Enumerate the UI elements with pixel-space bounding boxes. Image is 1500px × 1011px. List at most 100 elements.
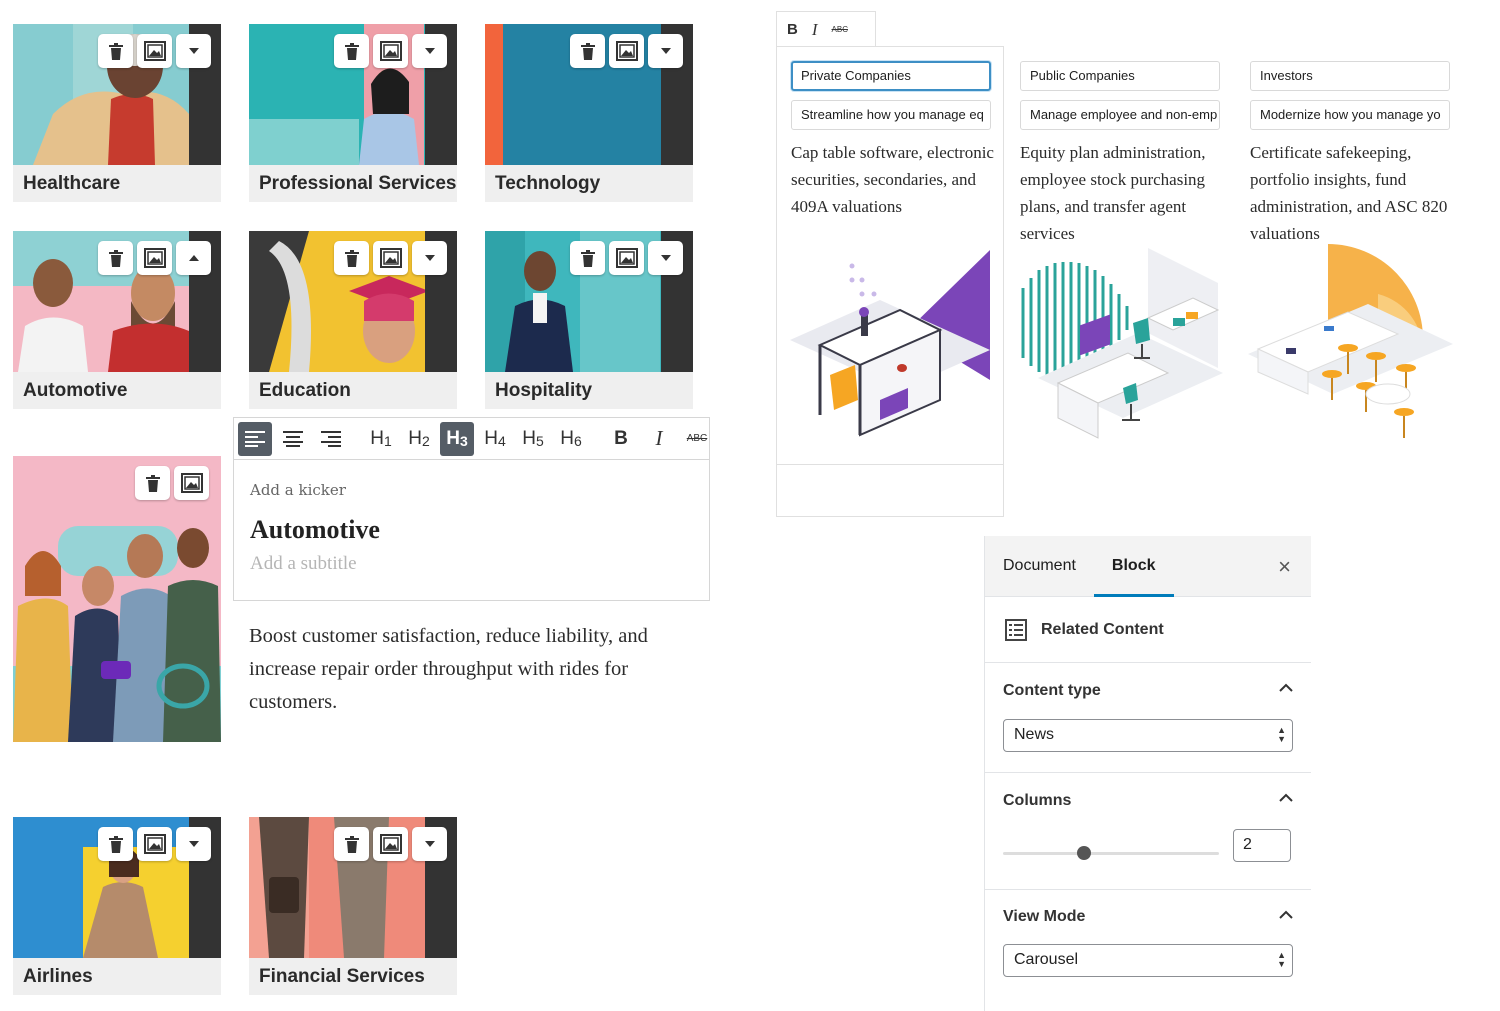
trash-button[interactable] bbox=[334, 241, 369, 275]
select-value: Carousel bbox=[1014, 951, 1079, 968]
tab-block[interactable]: Block bbox=[1093, 536, 1174, 597]
select-arrows-icon: ▲ ▼ bbox=[1277, 725, 1286, 744]
align-left-button[interactable] bbox=[238, 421, 272, 456]
column-description[interactable]: Cap table software, electronic securitie… bbox=[791, 139, 1001, 220]
column-description[interactable]: Equity plan administration, employee sto… bbox=[1020, 139, 1230, 247]
replace-image-button[interactable] bbox=[609, 241, 644, 275]
column-summary-input[interactable]: Modernize how you manage yo bbox=[1250, 100, 1450, 130]
heading-level: 6 bbox=[573, 432, 582, 449]
heading-1-button[interactable]: H1 bbox=[364, 422, 398, 456]
industry-card[interactable]: Airlines bbox=[13, 817, 221, 995]
chevron-up-icon[interactable] bbox=[1279, 910, 1293, 919]
card-caption: Financial Services bbox=[249, 958, 457, 995]
align-left-icon bbox=[245, 430, 265, 447]
replace-image-button[interactable] bbox=[609, 34, 644, 68]
strikethrough-button[interactable]: ABC bbox=[680, 422, 714, 456]
column-title-input[interactable]: Investors bbox=[1250, 61, 1450, 91]
card-caption: Education bbox=[249, 372, 457, 409]
heading-level: 4 bbox=[497, 432, 506, 449]
chevron-up-icon[interactable] bbox=[1279, 793, 1293, 802]
trash-button[interactable] bbox=[98, 827, 133, 861]
industry-card[interactable]: Hospitality bbox=[485, 231, 693, 409]
industry-card[interactable]: Financial Services bbox=[249, 817, 457, 995]
column-description[interactable]: Certificate safekeeping, portfolio insig… bbox=[1250, 139, 1460, 247]
panel-title[interactable]: Columns bbox=[1003, 773, 1293, 829]
card-image bbox=[249, 24, 457, 165]
panel-title[interactable]: Content type bbox=[1003, 663, 1293, 719]
industry-card-selected[interactable]: Automotive bbox=[13, 231, 221, 409]
content-type-select[interactable]: News ▲ ▼ bbox=[1003, 719, 1293, 752]
image-icon bbox=[379, 41, 402, 61]
heading-6-button[interactable]: H6 bbox=[554, 422, 588, 456]
settings-sidebar: Document Block × Related Content Content… bbox=[984, 536, 1311, 1011]
strikethrough-button[interactable]: ABC bbox=[832, 25, 848, 34]
column-summary-input[interactable]: Streamline how you manage eq bbox=[791, 100, 991, 130]
trash-icon bbox=[145, 474, 160, 492]
company-column: Investors Modernize how you manage yo Ce… bbox=[1250, 61, 1450, 247]
heading-editor[interactable]: Add a kicker Automotive Add a subtitle bbox=[233, 459, 710, 601]
image-icon bbox=[143, 248, 166, 268]
trash-button[interactable] bbox=[570, 241, 605, 275]
replace-image-button[interactable] bbox=[373, 241, 408, 275]
card-menu-button[interactable] bbox=[176, 241, 211, 275]
tab-document[interactable]: Document bbox=[985, 536, 1094, 597]
chevron-up-icon[interactable] bbox=[1279, 683, 1293, 692]
card-menu-button[interactable] bbox=[412, 241, 447, 275]
card-menu-button[interactable] bbox=[176, 827, 211, 861]
column-title-input[interactable]: Public Companies bbox=[1020, 61, 1220, 91]
trash-button[interactable] bbox=[334, 34, 369, 68]
body-paragraph[interactable]: Boost customer satisfaction, reduce liab… bbox=[249, 620, 699, 719]
subtitle-input[interactable]: Add a subtitle bbox=[250, 553, 693, 575]
trash-button[interactable] bbox=[570, 34, 605, 68]
trash-icon bbox=[344, 42, 359, 60]
heading-level: 5 bbox=[535, 432, 544, 449]
bold-button[interactable]: B bbox=[787, 21, 798, 38]
heading-level: 1 bbox=[383, 432, 392, 449]
align-center-button[interactable] bbox=[276, 422, 310, 456]
trash-button[interactable] bbox=[334, 827, 369, 861]
columns-number-input[interactable]: 2 bbox=[1233, 829, 1291, 862]
list-block-icon bbox=[1005, 618, 1027, 641]
trash-button[interactable] bbox=[135, 466, 170, 500]
bold-button[interactable]: B bbox=[604, 422, 638, 456]
card-image bbox=[249, 817, 457, 958]
industry-card[interactable]: Healthcare bbox=[13, 24, 221, 202]
column-title-input[interactable]: Private Companies bbox=[791, 61, 991, 91]
replace-image-button[interactable] bbox=[174, 466, 209, 500]
heading-level: 2 bbox=[421, 432, 430, 449]
view-mode-select[interactable]: Carousel ▲ ▼ bbox=[1003, 944, 1293, 977]
range-track[interactable] bbox=[1003, 852, 1219, 855]
replace-image-button[interactable] bbox=[373, 827, 408, 861]
range-thumb[interactable] bbox=[1077, 846, 1092, 860]
card-caption: Automotive bbox=[13, 372, 221, 409]
close-icon[interactable]: × bbox=[1278, 554, 1291, 580]
trash-button[interactable] bbox=[98, 34, 133, 68]
industry-card[interactable]: Education bbox=[249, 231, 457, 409]
card-menu-button[interactable] bbox=[412, 34, 447, 68]
kicker-input[interactable]: Add a kicker bbox=[250, 481, 693, 499]
card-menu-button[interactable] bbox=[412, 827, 447, 861]
replace-image-button[interactable] bbox=[137, 34, 172, 68]
column-summary-input[interactable]: Manage employee and non-emp bbox=[1020, 100, 1220, 130]
italic-button[interactable]: I bbox=[812, 20, 818, 40]
card-image bbox=[13, 24, 221, 165]
heading-letter: H bbox=[522, 427, 536, 449]
industry-card[interactable]: Technology bbox=[485, 24, 693, 202]
replace-image-button[interactable] bbox=[137, 241, 172, 275]
trash-button[interactable] bbox=[98, 241, 133, 275]
heading-5-button[interactable]: H5 bbox=[516, 422, 550, 456]
heading-4-button[interactable]: H4 bbox=[478, 422, 512, 456]
replace-image-button[interactable] bbox=[137, 827, 172, 861]
heading-2-button[interactable]: H2 bbox=[402, 422, 436, 456]
industry-card[interactable]: Professional Services bbox=[249, 24, 457, 202]
card-menu-button[interactable] bbox=[648, 241, 683, 275]
card-menu-button[interactable] bbox=[648, 34, 683, 68]
card-menu-button[interactable] bbox=[176, 34, 211, 68]
replace-image-button[interactable] bbox=[373, 34, 408, 68]
align-right-button[interactable] bbox=[314, 422, 348, 456]
heading-input[interactable]: Automotive bbox=[250, 515, 693, 545]
panel-title[interactable]: View Mode bbox=[1003, 890, 1293, 944]
italic-button[interactable]: I bbox=[642, 422, 676, 456]
heading-3-button[interactable]: H3 bbox=[440, 421, 474, 456]
align-center-icon bbox=[283, 430, 303, 447]
